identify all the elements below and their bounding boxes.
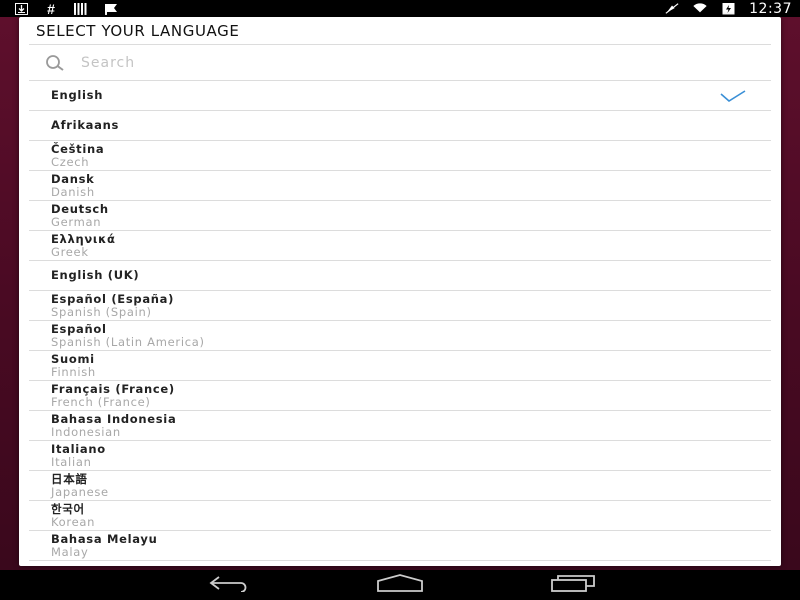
flag-icon <box>104 3 118 15</box>
home-button[interactable] <box>375 573 425 597</box>
home-icon <box>376 573 424 597</box>
language-english-name: Greek <box>51 245 89 259</box>
language-english-name: Korean <box>51 515 96 529</box>
language-name: Español (España) <box>51 292 175 306</box>
wifi-icon <box>693 3 707 15</box>
language-name: Deutsch <box>51 202 109 216</box>
language-english-name: Czech <box>51 155 90 169</box>
hash-icon: # <box>47 0 55 17</box>
language-english-name: Italian <box>51 455 92 469</box>
language-item[interactable]: Ελληνικά Greek <box>29 231 771 261</box>
language-name: Bahasa Indonesia <box>51 412 177 426</box>
language-name: Italiano <box>51 442 106 456</box>
language-name: Français (France) <box>51 382 175 396</box>
language-name: Suomi <box>51 352 95 366</box>
language-item[interactable]: Čeština Czech <box>29 141 771 171</box>
language-name: Ελληνικά <box>51 232 116 246</box>
download-icon <box>14 2 28 15</box>
language-item[interactable]: 한국어 Korean <box>29 501 771 531</box>
language-item[interactable]: English (UK) <box>29 261 771 291</box>
status-bar-left: # <box>14 0 118 17</box>
mute-icon <box>665 3 679 15</box>
language-english-name: Spanish (Latin America) <box>51 335 205 349</box>
recents-button[interactable] <box>548 574 598 596</box>
language-item[interactable]: Bahasa Melayu Malay <box>29 531 771 561</box>
language-list: English Afrikaans Čeština Czech Dansk Danish D… <box>29 81 771 561</box>
language-item[interactable]: 日本語 Japanese <box>29 471 771 501</box>
search-icon <box>43 52 69 74</box>
language-name: 한국어 <box>51 502 85 516</box>
language-english-name: Malay <box>51 545 89 559</box>
back-icon <box>207 574 253 597</box>
checkmark-icon <box>719 89 747 103</box>
language-english-name: Danish <box>51 185 95 199</box>
language-name: Čeština <box>51 142 105 156</box>
language-name: English (UK) <box>51 268 140 282</box>
battery-icon <box>721 3 735 15</box>
language-item[interactable]: Español Spanish (Latin America) <box>29 321 771 351</box>
language-item[interactable]: Suomi Finnish <box>29 351 771 381</box>
language-item[interactable]: Français (France) French (France) <box>29 381 771 411</box>
language-item[interactable]: Italiano Italian <box>29 441 771 471</box>
barcode-icon <box>74 2 88 15</box>
dialog-title: SELECT YOUR LANGUAGE <box>36 21 240 40</box>
navigation-bar <box>0 570 800 600</box>
language-english-name: French (France) <box>51 395 151 409</box>
status-time: 12:37 <box>749 0 792 17</box>
back-button[interactable] <box>205 574 255 596</box>
language-english-name: German <box>51 215 102 229</box>
language-name: Afrikaans <box>51 118 120 132</box>
language-item[interactable]: Español (España) Spanish (Spain) <box>29 291 771 321</box>
language-item[interactable]: Dansk Danish <box>29 171 771 201</box>
language-item[interactable]: Afrikaans <box>29 111 771 141</box>
language-name: Dansk <box>51 172 95 186</box>
language-english-name: Indonesian <box>51 425 121 439</box>
language-name: English <box>51 88 104 102</box>
search-input[interactable] <box>79 54 683 72</box>
language-dialog: SELECT YOUR LANGUAGE English Afrikaans Češ… <box>19 17 781 566</box>
language-name: Bahasa Melayu <box>51 532 158 546</box>
language-english-name: Japanese <box>51 485 109 499</box>
language-name: 日本語 <box>51 472 88 486</box>
search-bar[interactable] <box>29 45 771 81</box>
language-english-name: Spanish (Spain) <box>51 305 152 319</box>
status-bar-right: 12:37 <box>665 0 792 17</box>
language-item[interactable]: Bahasa Indonesia Indonesian <box>29 411 771 441</box>
language-english-name: Finnish <box>51 365 96 379</box>
status-bar: # 12:37 <box>0 0 800 17</box>
recents-icon <box>550 574 596 597</box>
language-item[interactable]: Deutsch German <box>29 201 771 231</box>
language-item[interactable]: English <box>29 81 771 111</box>
